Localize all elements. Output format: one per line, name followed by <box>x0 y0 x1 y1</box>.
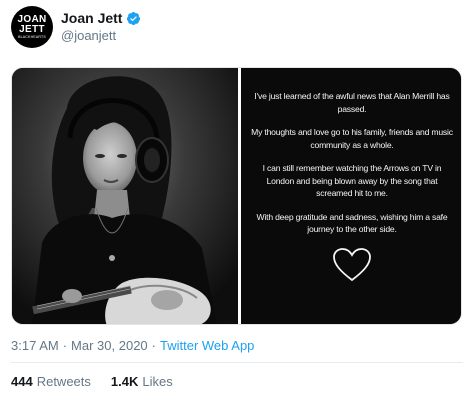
author-name-row[interactable]: Joan Jett <box>61 10 141 26</box>
tweet-timestamp-row: 3:17 AM · Mar 30, 2020 · Twitter Web App <box>11 338 254 353</box>
divider <box>11 362 463 363</box>
separator-dot: · <box>62 338 68 353</box>
verified-badge-icon <box>127 11 141 25</box>
tweet-card: JOAN JETT BLACKHEARTS Joan Jett @joanjet… <box>0 0 474 403</box>
likes-stat[interactable]: 1.4K Likes <box>111 374 173 389</box>
tweet-media[interactable]: I've just learned of the awful news that… <box>11 67 462 325</box>
tweet-date[interactable]: Mar 30, 2020 <box>71 338 148 353</box>
avatar-text-jett: JETT <box>19 23 45 35</box>
tweet-time[interactable]: 3:17 AM <box>11 338 59 353</box>
likes-count: 1.4K <box>110 374 139 389</box>
statement-paragraph: My thoughts and love go to his family, f… <box>251 127 453 150</box>
separator-dot: · <box>151 338 156 353</box>
likes-label: Likes <box>142 374 173 389</box>
retweets-stat[interactable]: 444 Retweets <box>11 374 91 389</box>
tweet-photo[interactable] <box>12 68 238 324</box>
avatar-text-blackhearts: BLACKHEARTS <box>18 34 46 39</box>
display-name[interactable]: Joan Jett <box>61 10 122 26</box>
engagement-stats: 444 Retweets 1.4K Likes <box>11 374 173 389</box>
avatar[interactable]: JOAN JETT BLACKHEARTS <box>11 6 53 48</box>
retweets-count: 444 <box>11 374 33 389</box>
statement-paragraph: I've just learned of the awful news that… <box>254 91 450 114</box>
user-handle[interactable]: @joanjett <box>61 28 116 43</box>
photo-illustration <box>12 68 238 324</box>
retweets-label: Retweets <box>36 374 91 389</box>
heart-outline-icon <box>333 247 371 281</box>
source-link[interactable]: Twitter Web App <box>160 338 254 353</box>
statement-image[interactable]: I've just learned of the awful news that… <box>241 68 461 324</box>
statement-paragraph: I can still remember watching the Arrows… <box>262 163 442 198</box>
statement-paragraph: With deep gratitude and sadness, wishing… <box>256 211 448 235</box>
